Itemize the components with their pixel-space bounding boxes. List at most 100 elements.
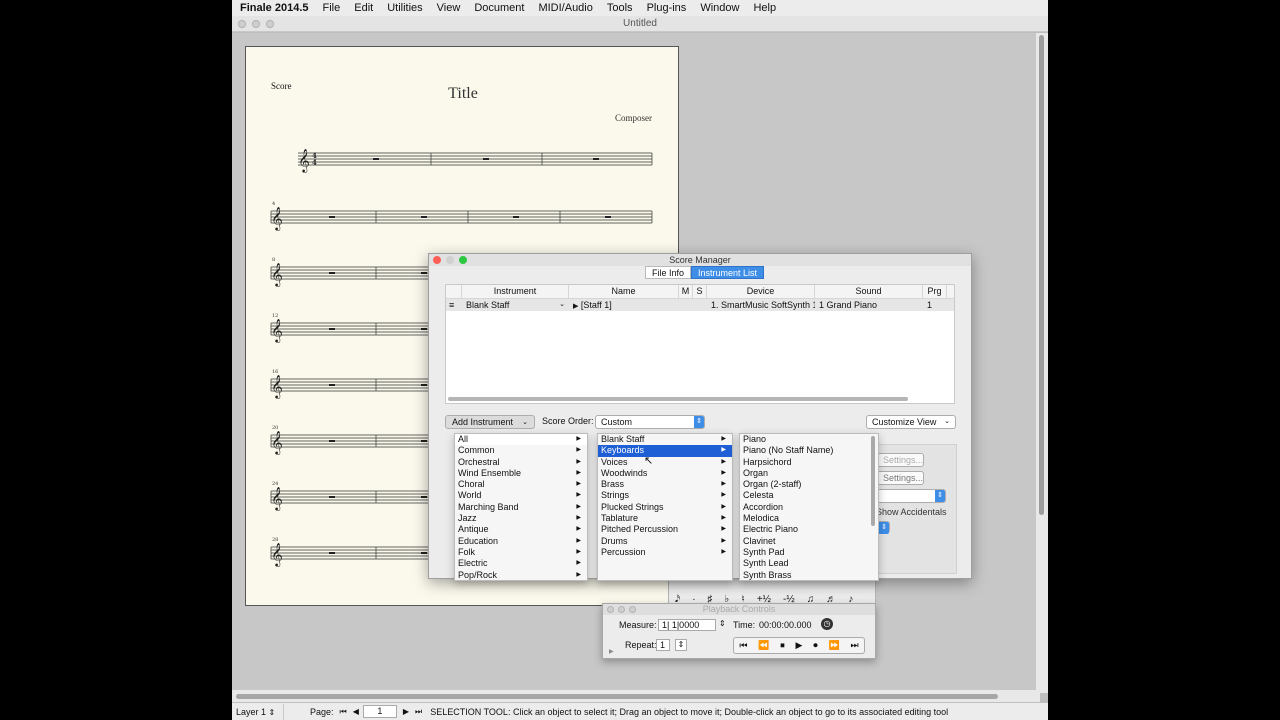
fast-forward-icon[interactable]: ⏩ (828, 640, 839, 651)
menu-midi-audio[interactable]: MIDI/Audio (538, 2, 592, 14)
last-page-icon[interactable]: ⏭ (415, 707, 422, 717)
instrument-menu-item[interactable]: Celesta (740, 490, 878, 501)
category-menu-item[interactable]: Choral ▶ (455, 479, 587, 490)
instrument-menu-item[interactable]: Organ (2-staff) (740, 479, 878, 490)
previous-page-icon[interactable]: ◀ (353, 707, 359, 716)
zoom-icon[interactable] (459, 256, 467, 264)
forward-to-end-icon[interactable]: ⏭ (850, 640, 858, 651)
instrument-menu-item[interactable]: Clavinet (740, 536, 878, 547)
record-icon[interactable]: ⏺ (813, 640, 818, 651)
column-program[interactable]: Prg (923, 285, 947, 298)
instrument-menu-item[interactable]: Electric Piano (740, 524, 878, 535)
menu-edit[interactable]: Edit (354, 2, 373, 14)
disclosure-triangle-icon[interactable]: ▶ (573, 303, 578, 310)
drag-handle-icon[interactable]: ≡ (446, 299, 462, 311)
category-menu-item[interactable]: Marching Band ▶ (455, 502, 587, 513)
family-menu-item[interactable]: Drums ▶ (598, 536, 732, 547)
column-name[interactable]: Name (569, 285, 679, 298)
vertical-scroll-thumb[interactable] (1039, 35, 1044, 515)
play-icon[interactable]: ▶ (796, 640, 803, 651)
family-menu-item[interactable]: Woodwinds ▶ (598, 468, 732, 479)
settings-button[interactable]: Settings... (876, 471, 924, 485)
category-menu-item[interactable]: Orchestral ▶ (455, 457, 587, 468)
expand-triangle-icon[interactable]: ▶ (609, 648, 614, 655)
measure-field[interactable]: 1| 1|0000 (658, 619, 716, 631)
family-menu-item[interactable]: Voices ▶ (598, 457, 732, 468)
tab-file-info[interactable]: File Info (645, 266, 692, 279)
menu-file[interactable]: File (323, 2, 341, 14)
category-menu-item[interactable]: Folk ▶ (455, 547, 587, 558)
score-manager-title-bar[interactable]: Score Manager (429, 254, 971, 266)
instrument-menu-item[interactable]: Melodica (740, 513, 878, 524)
family-menu-item[interactable]: Blank Staff ▶ (598, 434, 732, 445)
tab-instrument-list[interactable]: Instrument List (691, 266, 765, 279)
layer-select[interactable]: Layer 1 ⇕ (232, 703, 284, 720)
show-accidentals-label[interactable]: Show Accidentals (876, 507, 947, 517)
row-name[interactable]: ▶ [Staff 1] (569, 299, 679, 311)
column-solo[interactable]: S (693, 285, 707, 298)
instrument-menu-item[interactable]: Piano (No Staff Name) (740, 445, 878, 456)
row-solo[interactable] (693, 299, 707, 311)
instrument-menu-item[interactable]: Accordion (740, 502, 878, 513)
family-menu-item[interactable]: Percussion ▶ (598, 547, 732, 558)
close-window-button[interactable] (238, 20, 246, 28)
playback-controls-title-bar[interactable]: Playback Controls (603, 604, 875, 615)
minimize-icon[interactable] (618, 606, 625, 613)
add-instrument-button[interactable]: Add Instrument ⌄ (445, 415, 535, 429)
next-page-icon[interactable]: ▶ (403, 707, 409, 716)
score-order-select[interactable]: Custom ⇕ (595, 415, 705, 429)
vertical-scrollbar[interactable] (1036, 33, 1048, 693)
rewind-icon[interactable]: ⏪ (758, 640, 769, 651)
category-menu-item[interactable]: Jazz ▶ (455, 513, 587, 524)
instrument-menu-item[interactable]: Piano (740, 434, 878, 445)
menu-help[interactable]: Help (753, 2, 776, 14)
category-menu-item[interactable]: Wind Ensemble ▶ (455, 468, 587, 479)
column-device[interactable]: Device (707, 285, 815, 298)
close-icon[interactable] (433, 256, 441, 264)
page-number-field[interactable]: 1 (362, 705, 397, 718)
family-menu-item[interactable]: Pitched Percussion ▶ (598, 524, 732, 535)
row-program[interactable]: 1 (923, 299, 947, 311)
menu-utilities[interactable]: Utilities (387, 2, 422, 14)
settings-select[interactable]: ⇕ (876, 489, 946, 503)
menu-plug-ins[interactable]: Plug-ins (647, 2, 687, 14)
horizontal-scroll-thumb[interactable] (236, 694, 998, 699)
instrument-menu-item[interactable]: Synth Brass (740, 570, 878, 581)
chevron-down-icon[interactable]: ⌄ (559, 299, 565, 311)
family-menu-item[interactable]: Keyboards ▶ (598, 445, 732, 457)
row-sound[interactable]: 1 Grand Piano (815, 299, 923, 311)
category-menu-item[interactable]: Antique ▶ (455, 524, 587, 535)
menu-window[interactable]: Window (700, 2, 739, 14)
zoom-icon[interactable] (629, 606, 636, 613)
instrument-menu-item[interactable]: Synth Lead (740, 558, 878, 569)
rewind-to-start-icon[interactable]: ⏮ (739, 640, 747, 651)
minimize-icon[interactable] (446, 256, 454, 264)
measure-stepper-icon[interactable]: ⇕ (719, 619, 726, 628)
instrument-menu-item[interactable]: Synth Pad (740, 547, 878, 558)
category-menu-item[interactable]: World ▶ (455, 490, 587, 501)
category-menu-item[interactable]: Common ▶ (455, 445, 587, 456)
close-icon[interactable] (607, 606, 614, 613)
menu-document[interactable]: Document (474, 2, 524, 14)
menu-view[interactable]: View (437, 2, 461, 14)
instrument-menu-item[interactable]: Organ (740, 468, 878, 479)
family-menu-item[interactable]: Plucked Strings ▶ (598, 502, 732, 513)
clock-icon[interactable]: ◷ (821, 618, 833, 630)
stop-icon[interactable]: ⏹ (780, 640, 785, 651)
category-menu-item[interactable]: Pop/Rock ▶ (455, 570, 587, 581)
repeat-field[interactable]: 1 (656, 639, 670, 651)
column-sound[interactable]: Sound (815, 285, 923, 298)
category-menu-item[interactable]: Education ▶ (455, 536, 587, 547)
menu-tools[interactable]: Tools (607, 2, 633, 14)
staff-system[interactable]: 𝄞4 (270, 201, 653, 231)
family-menu-item[interactable]: Brass ▶ (598, 479, 732, 490)
instrument-menu-scroll-thumb[interactable] (871, 436, 875, 526)
customize-view-select[interactable]: Customize View ⌄ (866, 415, 956, 429)
repeat-stepper-icon[interactable]: ⇕ (675, 639, 687, 651)
table-row[interactable]: ≡ Blank Staff ⌄ ▶ [Staff 1] 1. SmartMusic… (446, 299, 954, 311)
first-page-icon[interactable]: ⏮ (340, 707, 347, 717)
family-menu-item[interactable]: Strings ▶ (598, 490, 732, 501)
minimize-window-button[interactable] (252, 20, 260, 28)
instrument-menu-item[interactable]: Harpsichord (740, 457, 878, 468)
category-menu-item[interactable]: All ▶ (455, 434, 587, 446)
